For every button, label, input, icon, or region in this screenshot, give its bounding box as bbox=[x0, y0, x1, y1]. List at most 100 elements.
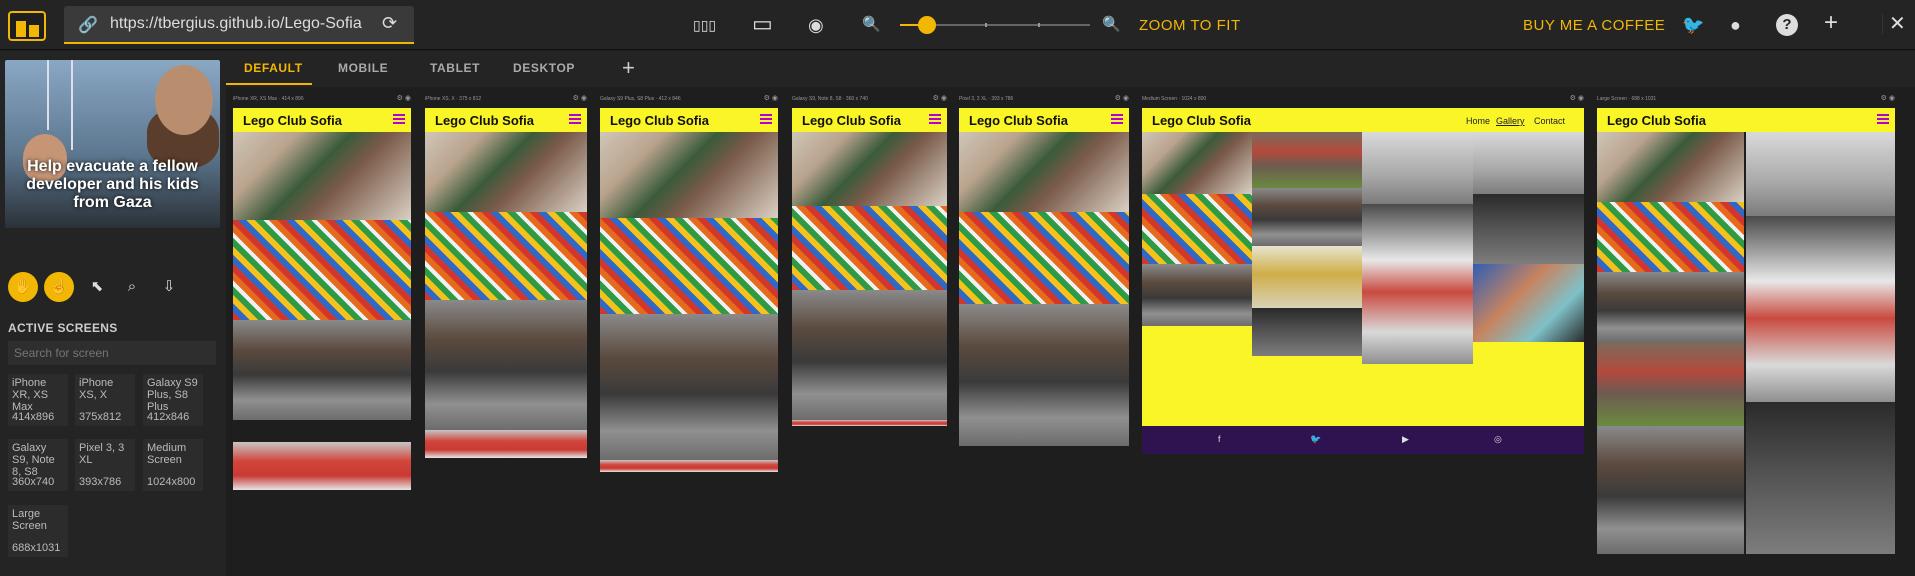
screen-chip[interactable]: Pixel 3, 3 XL 393x786 bbox=[75, 439, 135, 491]
gallery-photo bbox=[1473, 264, 1584, 342]
site-footer: f 🐦 ▶ ◎ bbox=[1142, 426, 1584, 454]
site-header: Lego Club Sofia Home Gallery Contact bbox=[1142, 108, 1584, 132]
device-canvas: iPhone XR, XS Max · 414 x 896 ⚙ ◉ Lego C… bbox=[226, 87, 1915, 576]
screen-search-input[interactable] bbox=[8, 341, 216, 365]
site-title[interactable]: Lego Club Sofia bbox=[802, 113, 901, 128]
screenshot-camera-icon[interactable]: ◉ bbox=[808, 15, 824, 35]
device-frame[interactable]: Lego Club Sofia bbox=[233, 108, 411, 490]
menu-icon[interactable] bbox=[760, 114, 772, 124]
frame-gap bbox=[233, 420, 411, 442]
device-frame[interactable]: Lego Club Sofia bbox=[959, 108, 1129, 446]
screen-chip[interactable]: Galaxy S9, Note 8, S8 360x740 bbox=[8, 439, 68, 491]
close-icon[interactable]: ✕ bbox=[1882, 14, 1906, 34]
tab-default[interactable]: DEFAULT bbox=[244, 61, 303, 75]
active-tab-indicator bbox=[226, 83, 312, 85]
device-tools-icon[interactable]: ⚙ ◉ bbox=[1570, 94, 1584, 102]
zoom-to-fit-button[interactable]: ZOOM TO FIT bbox=[1139, 17, 1241, 34]
site-title[interactable]: Lego Club Sofia bbox=[1607, 113, 1706, 128]
device-tools-icon[interactable]: ⚙ ◉ bbox=[397, 94, 411, 102]
twitter-icon[interactable]: 🐦 bbox=[1682, 15, 1704, 35]
site-title[interactable]: Lego Club Sofia bbox=[610, 113, 709, 128]
gallery-photo bbox=[1597, 342, 1744, 426]
zoom-slider-handle[interactable] bbox=[917, 16, 936, 34]
gallery-photo bbox=[1597, 202, 1744, 272]
site-title[interactable]: Lego Club Sofia bbox=[1152, 113, 1251, 128]
device-tools-icon[interactable]: ⚙ ◉ bbox=[573, 94, 587, 102]
device-tools-icon[interactable]: ⚙ ◉ bbox=[1115, 94, 1129, 102]
reload-icon[interactable]: ⟳ bbox=[382, 13, 397, 34]
promo-banner[interactable]: Help evacuate a fellow developer and his… bbox=[5, 60, 220, 228]
device-frame[interactable]: Lego Club Sofia bbox=[1597, 108, 1895, 554]
help-icon[interactable]: ? bbox=[1776, 14, 1798, 36]
screen-name: Galaxy S9, Note 8, S8 bbox=[12, 442, 55, 478]
screen-chip[interactable]: iPhone XS, X 375x812 bbox=[75, 374, 135, 426]
device-tools-icon[interactable]: ⚙ ◉ bbox=[1881, 94, 1895, 102]
gallery-photo bbox=[600, 460, 778, 472]
site-header: Lego Club Sofia bbox=[233, 108, 411, 132]
menu-icon[interactable] bbox=[1877, 114, 1889, 124]
instagram-icon[interactable]: ◎ bbox=[1494, 434, 1502, 445]
facebook-icon[interactable]: f bbox=[1218, 434, 1221, 444]
buy-me-a-coffee-link[interactable]: BUY ME A COFFEE bbox=[1523, 17, 1665, 34]
add-tab-icon[interactable]: + bbox=[622, 55, 635, 81]
screen-chip[interactable]: Medium Screen 1024x800 bbox=[143, 439, 203, 491]
gallery-photo bbox=[1473, 132, 1584, 194]
menu-icon[interactable] bbox=[929, 114, 941, 124]
menu-icon[interactable] bbox=[1111, 114, 1123, 124]
promo-text: Help evacuate a fellow developer and his… bbox=[26, 158, 199, 211]
screen-name: Medium Screen bbox=[147, 442, 187, 466]
gallery-photo bbox=[1362, 132, 1473, 204]
site-title[interactable]: Lego Club Sofia bbox=[243, 113, 342, 128]
gallery-photo bbox=[1252, 132, 1362, 188]
screen-dim: 412x846 bbox=[147, 411, 190, 423]
app-logo[interactable] bbox=[8, 11, 46, 41]
screen-layout-icon[interactable]: ▭ bbox=[752, 13, 773, 35]
gallery-photo bbox=[959, 212, 1129, 304]
screen-chip[interactable]: iPhone XR, XS Max 414x896 bbox=[8, 374, 68, 426]
pointer-sync-icon[interactable]: ☝ bbox=[44, 272, 74, 302]
gallery-photo bbox=[792, 290, 947, 420]
zoom-in-icon[interactable]: 🔍 bbox=[1102, 15, 1121, 35]
gallery-photo bbox=[792, 420, 947, 426]
gallery-photo bbox=[1473, 194, 1584, 264]
device-frame[interactable]: Lego Club Sofia bbox=[425, 108, 587, 458]
device-frame[interactable]: f 🐦 ▶ ◎ Lego Club Sofia Home Gallery Con… bbox=[1142, 108, 1584, 454]
site-title[interactable]: Lego Club Sofia bbox=[435, 113, 534, 128]
menu-icon[interactable] bbox=[569, 114, 581, 124]
device-frame[interactable]: Lego Club Sofia bbox=[600, 108, 778, 472]
device-frame[interactable]: Lego Club Sofia bbox=[792, 108, 947, 426]
columns-layout-icon[interactable]: ▯▯▯ bbox=[693, 15, 716, 35]
twitter-icon[interactable]: 🐦 bbox=[1310, 434, 1321, 445]
tab-tablet[interactable]: TABLET bbox=[430, 61, 480, 75]
site-header: Lego Club Sofia bbox=[959, 108, 1129, 132]
zoom-out-icon[interactable]: 🔍 bbox=[862, 15, 881, 35]
toolbar: 🔗 ⟳ ▯▯▯ ▭ ◉ 🔍 🔍 ZOOM TO FIT BUY ME A COF… bbox=[0, 0, 1915, 50]
zoom-slider[interactable] bbox=[900, 16, 1090, 34]
gallery-photo bbox=[600, 218, 778, 314]
menu-icon[interactable] bbox=[393, 114, 405, 124]
inspect-element-icon[interactable]: ⬉ bbox=[82, 272, 112, 302]
nav-contact[interactable]: Contact bbox=[1534, 116, 1565, 126]
url-input[interactable] bbox=[110, 14, 376, 34]
tab-mobile[interactable]: MOBILE bbox=[338, 61, 388, 75]
gallery-photo bbox=[233, 442, 411, 490]
touch-mode-icon[interactable]: ✋ bbox=[8, 272, 38, 302]
site-title[interactable]: Lego Club Sofia bbox=[969, 113, 1068, 128]
link-icon: 🔗 bbox=[78, 17, 98, 34]
github-icon[interactable]: ● bbox=[1730, 15, 1741, 35]
search-icon[interactable]: ⌕ bbox=[117, 272, 147, 302]
youtube-icon[interactable]: ▶ bbox=[1402, 434, 1409, 445]
tab-desktop[interactable]: DESKTOP bbox=[513, 61, 575, 75]
screen-chip[interactable]: Galaxy S9 Plus, S8 Plus 412x846 bbox=[143, 374, 203, 426]
device-tools-icon[interactable]: ⚙ ◉ bbox=[933, 94, 947, 102]
gallery-photo bbox=[1142, 132, 1252, 194]
gallery-photo bbox=[959, 304, 1129, 446]
device-tabs: DEFAULT MOBILE TABLET DESKTOP + bbox=[226, 51, 1915, 87]
nav-gallery[interactable]: Gallery bbox=[1496, 116, 1525, 126]
device-tools-icon[interactable]: ⚙ ◉ bbox=[764, 94, 778, 102]
nav-home[interactable]: Home bbox=[1466, 116, 1490, 126]
sidebar: Help evacuate a fellow developer and his… bbox=[0, 51, 226, 576]
download-icon[interactable]: ⇩ bbox=[154, 272, 184, 302]
screen-chip[interactable]: Large Screen 688x1031 bbox=[8, 505, 68, 557]
add-device-icon[interactable]: + bbox=[1824, 11, 1838, 35]
